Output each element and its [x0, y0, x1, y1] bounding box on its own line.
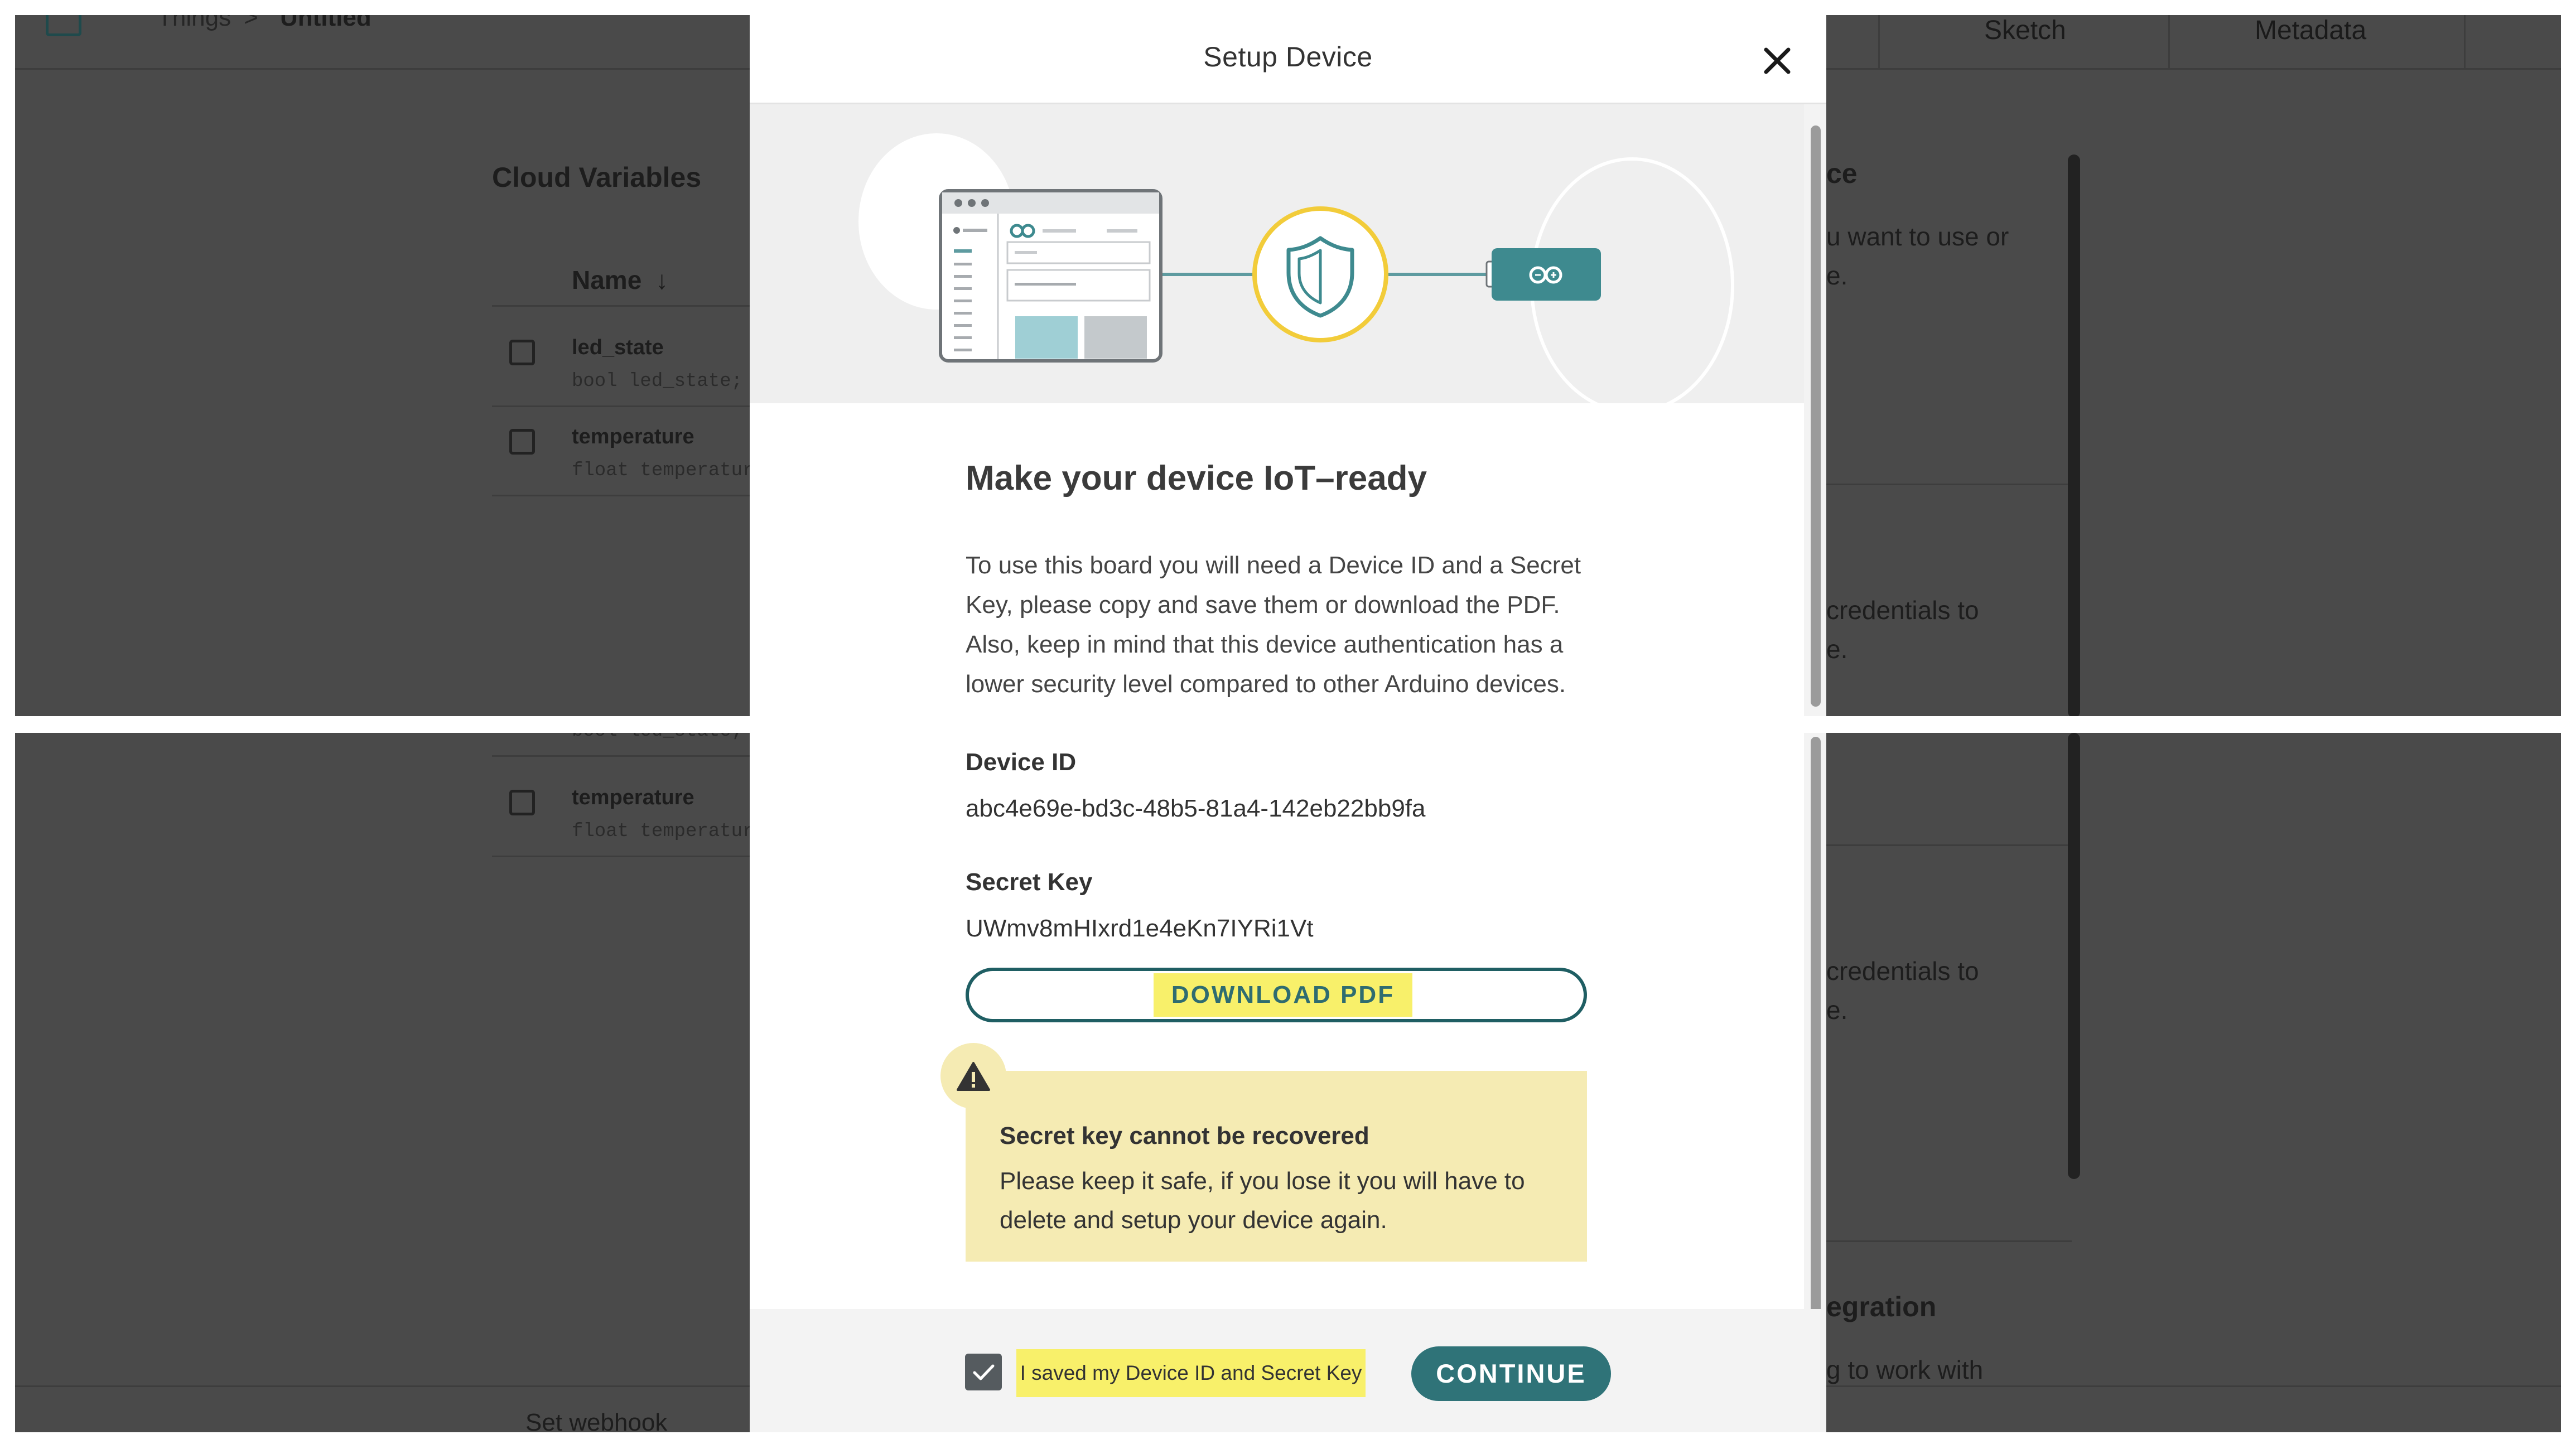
- table-header-divider: [492, 305, 754, 307]
- device-id-label: Device ID: [966, 748, 1077, 776]
- variable-checkbox-led-state[interactable]: [509, 340, 535, 365]
- modal-header: Setup Device: [750, 15, 1826, 104]
- credentials-text-2: e.: [1826, 996, 1848, 1025]
- breadcrumb-parent[interactable]: Things: [157, 15, 231, 32]
- column-header-name[interactable]: Name: [572, 265, 641, 295]
- sort-arrow-icon[interactable]: ↓: [655, 265, 668, 295]
- saved-credentials-checkbox[interactable]: [965, 1354, 1002, 1390]
- credentials-text-2: e.: [1826, 635, 1848, 664]
- tab-divider-1: [1878, 15, 1880, 70]
- variable-declaration-led-state-partial: bool led_state;: [572, 733, 742, 742]
- table-row-divider: [492, 755, 754, 757]
- modal-scrollbar[interactable]: [1804, 104, 1826, 1320]
- variable-name-temperature[interactable]: temperature: [572, 786, 694, 810]
- device-id-value[interactable]: abc4e69e-bd3c-48b5-81a4-142eb22bb9fa: [966, 795, 1425, 823]
- device-section-text-2: e.: [1826, 261, 1848, 290]
- tab-divider-3: [2464, 15, 2466, 70]
- description-line: To use this board you will need a Device…: [966, 552, 1581, 579]
- close-icon[interactable]: [1760, 44, 1794, 78]
- variable-declaration-temperature: float temperatur: [572, 821, 754, 842]
- warning-text-line: delete and setup your device again.: [1000, 1206, 1387, 1234]
- variable-name-led-state[interactable]: led_state: [572, 336, 664, 360]
- right-panel-scrollbar[interactable]: [2068, 733, 2080, 1179]
- saved-credentials-label[interactable]: I saved my Device ID and Secret Key: [1016, 1349, 1366, 1397]
- browser-window-illustration: [939, 189, 1162, 363]
- tab-metadata[interactable]: Metadata: [2255, 15, 2366, 46]
- right-section-divider: [1826, 844, 2072, 846]
- secret-key-label: Secret Key: [966, 868, 1093, 896]
- variable-declaration-led-state: bool led_state;: [572, 371, 743, 392]
- warning-icon: [940, 1043, 1006, 1109]
- variable-checkbox-temperature[interactable]: [509, 429, 535, 455]
- set-webhook-link[interactable]: Set webhook: [525, 1409, 667, 1432]
- table-row-divider: [492, 405, 754, 407]
- secret-key-value[interactable]: UWmv8mHIxrd1e4eKn7IYRi1Vt: [966, 915, 1314, 943]
- breadcrumb-separator: >: [244, 15, 258, 31]
- shield-icon: [1252, 206, 1388, 342]
- device-section-text-1: u want to use or: [1826, 222, 2009, 251]
- right-section-divider: [1826, 1240, 2072, 1242]
- sidebar-toggle-icon[interactable]: [46, 15, 81, 36]
- integration-section-text: g to work with: [1826, 1355, 1984, 1384]
- variable-declaration-temperature: float temperatur: [572, 460, 754, 481]
- content-heading: Make your device IoT–ready: [966, 459, 1427, 498]
- right-panel-scrollbar[interactable]: [2068, 154, 2080, 716]
- hero-illustration: [750, 104, 1804, 414]
- device-section-title: ce: [1826, 158, 1858, 189]
- screenshot-gap: [750, 716, 1826, 733]
- tab-divider-2: [2168, 15, 2170, 70]
- description-line: Key, please copy and save them or downlo…: [966, 591, 1560, 619]
- table-row-divider: [492, 856, 754, 857]
- integration-section-title: egration: [1826, 1291, 1937, 1322]
- continue-button[interactable]: CONTINUE: [1411, 1346, 1611, 1401]
- right-section-divider: [1826, 484, 2072, 485]
- tab-sketch[interactable]: Sketch: [1984, 15, 2066, 46]
- description-line: Also, keep in mind that this device auth…: [966, 631, 1564, 658]
- download-pdf-label[interactable]: DOWNLOAD PDF: [1154, 973, 1412, 1017]
- arduino-board-icon: [1485, 248, 1601, 301]
- modal-title: Setup Device: [1203, 41, 1373, 73]
- variable-checkbox-temperature[interactable]: [509, 790, 535, 815]
- cloud-variables-title: Cloud Variables: [492, 162, 702, 193]
- warning-title: Secret key cannot be recovered: [1000, 1122, 1369, 1149]
- variable-name-temperature[interactable]: temperature: [572, 425, 694, 449]
- credentials-text-1: credentials to: [1826, 957, 1979, 986]
- scrollbar-thumb[interactable]: [1811, 125, 1821, 707]
- warning-text-line: Please keep it safe, if you lose it you …: [1000, 1167, 1525, 1195]
- description-line: lower security level compared to other A…: [966, 670, 1566, 698]
- table-row-divider: [492, 495, 754, 496]
- setup-device-modal: Setup Device Make your device IoT–ready …: [750, 15, 1826, 1432]
- scrollbar-thumb[interactable]: [1811, 737, 1821, 1320]
- breadcrumb-current[interactable]: Untitled: [280, 15, 372, 32]
- credentials-text-1: credentials to: [1826, 596, 1979, 625]
